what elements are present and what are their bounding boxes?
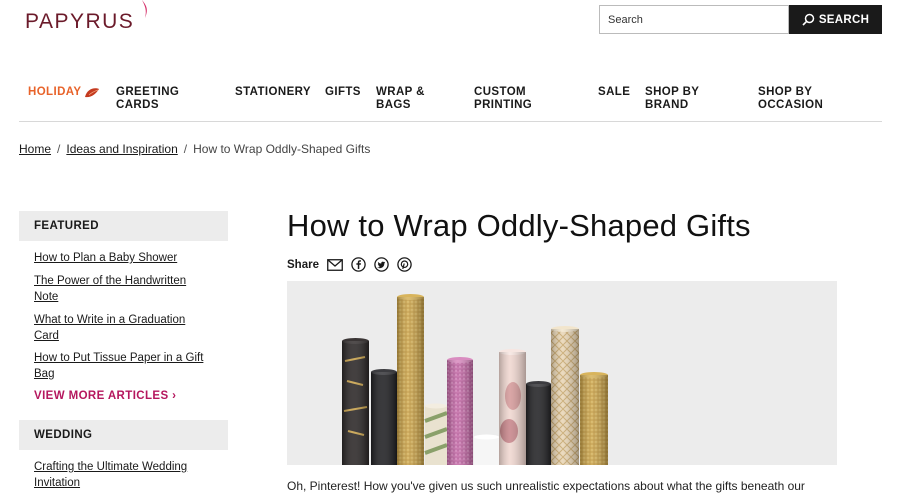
nav-wrap-bags[interactable]: WRAP & BAGS <box>376 86 431 112</box>
breadcrumb-ideas[interactable]: Ideas and Inspiration <box>66 142 177 156</box>
nav-holiday-label: HOLIDAY <box>28 86 82 98</box>
share-bar: Share <box>287 257 412 272</box>
share-label: Share <box>287 258 319 271</box>
article-intro-text: Oh, Pinterest! How you've given us such … <box>287 479 805 493</box>
nav-gifts[interactable]: GIFTS <box>325 86 361 99</box>
nav-holiday[interactable]: HOLIDAY <box>28 86 100 99</box>
sidebar-link-tissue-paper[interactable]: How to Put Tissue Paper in a Gift Bag <box>34 350 219 382</box>
sidebar-link-graduation-card[interactable]: What to Write in a Graduation Card <box>34 312 209 344</box>
breadcrumb-separator: / <box>183 142 188 156</box>
sidebar-heading-wedding: WEDDING <box>19 420 228 450</box>
breadcrumb-current: How to Wrap Oddly-Shaped Gifts <box>193 142 371 156</box>
nav-greeting-cards[interactable]: GREETING CARDS <box>116 86 186 112</box>
twitter-icon[interactable] <box>374 257 389 272</box>
breadcrumb-home[interactable]: Home <box>19 142 51 156</box>
search-button-label: SEARCH <box>818 13 870 26</box>
sidebar-link-wedding-invitation[interactable]: Crafting the Ultimate Wedding Invitation <box>34 459 209 491</box>
papyrus-logo[interactable]: PAPYRUS <box>25 10 134 34</box>
search-button[interactable]: SEARCH <box>789 5 882 34</box>
wrapping-paper-rolls-image <box>287 281 837 465</box>
breadcrumb-separator: / <box>57 142 61 156</box>
view-more-articles-link[interactable]: VIEW MORE ARTICLES › <box>34 390 176 402</box>
pinterest-icon[interactable] <box>397 257 412 272</box>
sidebar-link-baby-shower[interactable]: How to Plan a Baby Shower <box>34 250 224 266</box>
nav-sale[interactable]: SALE <box>598 86 630 99</box>
nav-custom-printing[interactable]: CUSTOM PRINTING <box>474 86 549 112</box>
email-icon[interactable] <box>327 258 343 271</box>
hero-image-wrapping-paper-rolls <box>287 281 837 465</box>
holiday-leaf-icon <box>84 87 99 97</box>
nav-shop-by-brand[interactable]: SHOP BY BRAND <box>645 86 715 112</box>
breadcrumb: Home / Ideas and Inspiration / How to Wr… <box>19 142 370 156</box>
search-field[interactable] <box>599 5 789 34</box>
article-title: How to Wrap Oddly-Shaped Gifts <box>287 208 751 243</box>
sidebar-link-handwritten-note[interactable]: The Power of the Handwritten Note <box>34 273 209 305</box>
nav-shop-by-occasion[interactable]: SHOP BY OCCASION <box>758 86 838 112</box>
sidebar-heading-featured: FEATURED <box>19 211 228 241</box>
nav-divider <box>19 121 882 122</box>
search-input[interactable] <box>600 6 788 33</box>
logo-flourish-icon <box>142 0 147 18</box>
nav-stationery[interactable]: STATIONERY <box>235 86 311 99</box>
facebook-icon[interactable] <box>351 257 366 272</box>
search-icon <box>802 13 815 26</box>
